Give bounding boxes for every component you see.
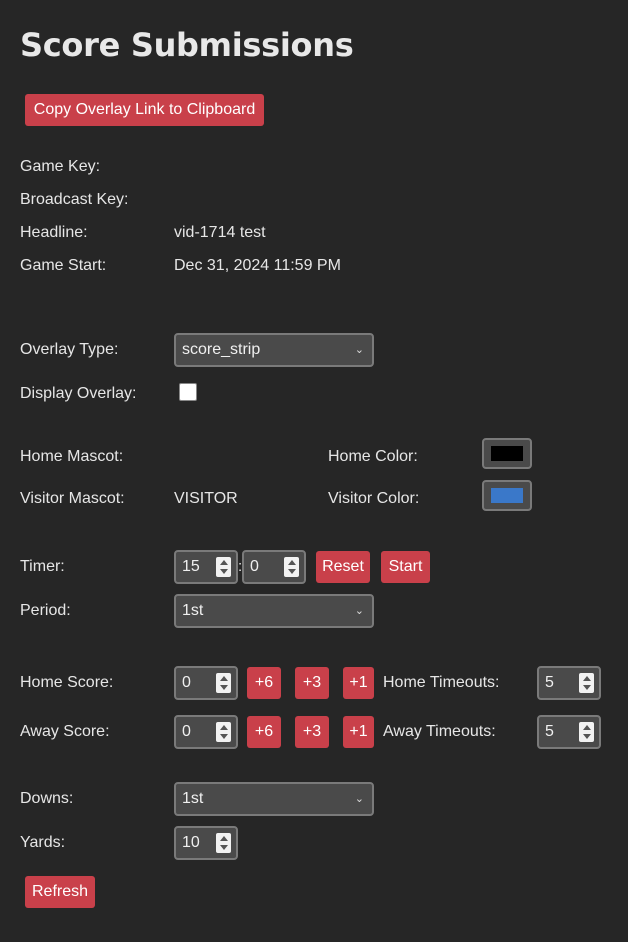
timer-start-button[interactable]: Start	[381, 551, 430, 583]
away-score-value: 0	[182, 723, 191, 740]
downs-value: 1st	[182, 790, 204, 807]
timer-reset-button[interactable]: Reset	[316, 551, 370, 583]
home-mascot-label: Home Mascot:	[20, 448, 124, 465]
visitor-mascot-value: VISITOR	[174, 490, 238, 507]
period-value: 1st	[182, 602, 204, 619]
away-plus3-button[interactable]: +3	[295, 716, 329, 748]
display-overlay-label: Display Overlay:	[20, 385, 137, 402]
home-score-value: 0	[182, 674, 191, 691]
yards-input[interactable]: 10	[174, 826, 238, 860]
game-start-value: Dec 31, 2024 11:59 PM	[174, 257, 341, 274]
period-select[interactable]: 1st ⌄	[174, 594, 374, 628]
spinner-icon[interactable]	[216, 673, 231, 693]
visitor-mascot-label: Visitor Mascot:	[20, 490, 125, 507]
home-timeouts-label: Home Timeouts:	[383, 674, 500, 691]
display-overlay-checkbox[interactable]	[179, 383, 197, 401]
away-plus1-button[interactable]: +1	[343, 716, 374, 748]
home-plus6-button[interactable]: +6	[247, 667, 281, 699]
away-timeouts-label: Away Timeouts:	[383, 723, 496, 740]
home-color-label: Home Color:	[328, 448, 418, 465]
away-timeouts-input[interactable]: 5	[537, 715, 601, 749]
timer-minutes-input[interactable]: 15	[174, 550, 238, 584]
spinner-icon[interactable]	[579, 673, 594, 693]
home-timeouts-value: 5	[545, 674, 554, 691]
home-color-picker[interactable]	[482, 438, 532, 469]
copy-overlay-link-button[interactable]: Copy Overlay Link to Clipboard	[25, 94, 264, 126]
overlay-type-label: Overlay Type:	[20, 341, 119, 358]
chevron-down-icon: ⌄	[354, 605, 364, 617]
spinner-icon[interactable]	[284, 557, 299, 577]
away-score-label: Away Score:	[20, 723, 110, 740]
headline-label: Headline:	[20, 224, 88, 241]
home-score-label: Home Score:	[20, 674, 114, 691]
timer-seconds-value: 0	[250, 558, 259, 575]
home-plus3-button[interactable]: +3	[295, 667, 329, 699]
timer-seconds-input[interactable]: 0	[242, 550, 306, 584]
yards-label: Yards:	[20, 834, 66, 851]
home-plus1-button[interactable]: +1	[343, 667, 374, 699]
spinner-icon[interactable]	[216, 833, 231, 853]
timer-minutes-value: 15	[182, 558, 200, 575]
home-color-swatch	[491, 446, 523, 461]
visitor-color-label: Visitor Color:	[328, 490, 420, 507]
visitor-color-picker[interactable]	[482, 480, 532, 511]
chevron-down-icon: ⌄	[354, 793, 364, 805]
broadcast-key-label: Broadcast Key:	[20, 191, 129, 208]
page-title: Score Submissions	[20, 26, 354, 64]
yards-value: 10	[182, 834, 200, 851]
game-key-label: Game Key:	[20, 158, 101, 175]
overlay-type-value: score_strip	[182, 341, 261, 358]
away-score-input[interactable]: 0	[174, 715, 238, 749]
downs-select[interactable]: 1st ⌄	[174, 782, 374, 816]
spinner-icon[interactable]	[216, 722, 231, 742]
home-timeouts-input[interactable]: 5	[537, 666, 601, 700]
period-label: Period:	[20, 602, 71, 619]
home-score-input[interactable]: 0	[174, 666, 238, 700]
downs-label: Downs:	[20, 790, 74, 807]
headline-value: vid-1714 test	[174, 224, 266, 241]
timer-label: Timer:	[20, 558, 65, 575]
spinner-icon[interactable]	[216, 557, 231, 577]
chevron-down-icon: ⌄	[354, 344, 364, 356]
visitor-color-swatch	[491, 488, 523, 503]
refresh-button[interactable]: Refresh	[25, 876, 95, 908]
spinner-icon[interactable]	[579, 722, 594, 742]
game-start-label: Game Start:	[20, 257, 107, 274]
away-plus6-button[interactable]: +6	[247, 716, 281, 748]
away-timeouts-value: 5	[545, 723, 554, 740]
overlay-type-select[interactable]: score_strip ⌄	[174, 333, 374, 367]
